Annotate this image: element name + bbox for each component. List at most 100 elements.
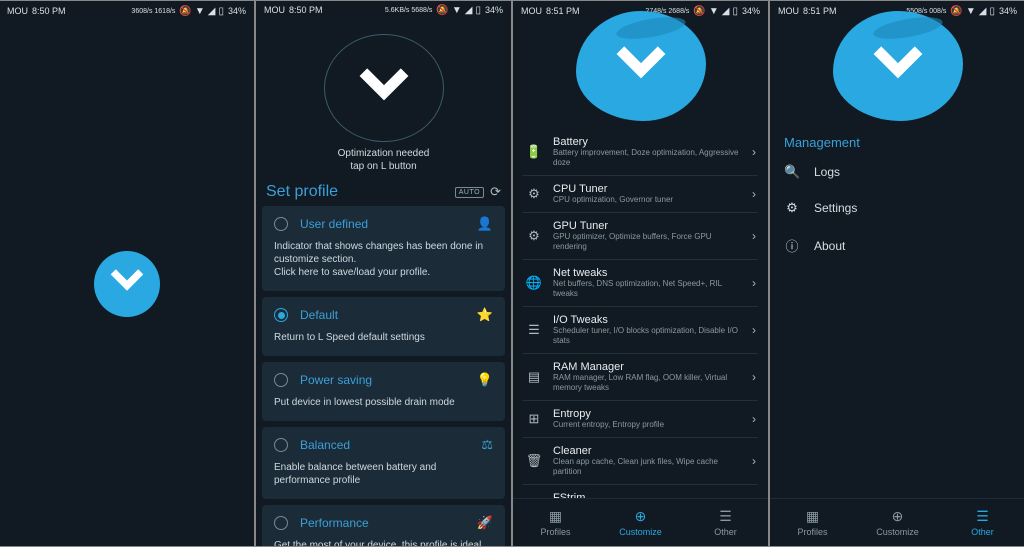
customize-icon: ⊕ — [635, 508, 647, 525]
profile-list: User defined 👤 Indicator that shows chan… — [256, 206, 511, 546]
row-gpu-tuner[interactable]: ⚙ GPU Tuner GPU optimizer, Optimize buff… — [523, 213, 758, 260]
profile-name: Default — [300, 308, 338, 322]
row-subtitle: CPU optimization, Governor tuner — [553, 195, 742, 205]
section-title: Set profile — [266, 183, 338, 201]
row-title: Cleaner — [553, 445, 742, 457]
mgmt-logs[interactable]: 🔍 Logs — [780, 154, 1015, 190]
status-bar: MOU 8:50 PM 3608/s 1618/s 🔕▼◢▯ 34% — [0, 1, 254, 21]
chevron-right-icon: › — [752, 370, 756, 384]
profile-type-icon: 👤 — [477, 216, 493, 232]
row-title: Battery — [553, 136, 742, 148]
bottom-nav: ▦Profiles ⊕Customize ☰Other — [770, 498, 1024, 546]
row-icon: ⚙ — [525, 186, 543, 202]
profile-desc: Return to L Speed default settings — [274, 331, 493, 344]
nav-profiles[interactable]: ▦Profiles — [513, 499, 598, 546]
row-icon: ⊞ — [525, 411, 543, 427]
row-cpu-tuner[interactable]: ⚙ CPU Tuner CPU optimization, Governor t… — [523, 176, 758, 213]
other-icon: ☰ — [719, 508, 732, 525]
bottom-nav: ▦Profiles ⊕Customize ☰Other — [513, 498, 768, 546]
profile-type-icon: ⭐ — [477, 307, 493, 323]
profile-card-default[interactable]: Default ⭐ Return to L Speed default sett… — [262, 297, 505, 356]
row-subtitle: Current entropy, Entropy profile — [553, 420, 742, 430]
chevron-right-icon: › — [752, 412, 756, 426]
row-icon: 🌐 — [525, 275, 543, 291]
profile-desc: Put device in lowest possible drain mode — [274, 396, 493, 409]
row-i/o-tweaks[interactable]: ☰ I/O Tweaks Scheduler tuner, I/O blocks… — [523, 307, 758, 354]
row-entropy[interactable]: ⊞ Entropy Current entropy, Entropy profi… — [523, 401, 758, 438]
row-icon: ⚙ — [525, 228, 543, 244]
chevron-right-icon: › — [752, 323, 756, 337]
screen-customize: MOU 8:51 PM 2748/s 2688/s 🔕▼◢▯ 34% 🔋 Bat… — [513, 1, 768, 546]
radio-icon[interactable] — [274, 516, 288, 530]
row-cleaner[interactable]: 🗑 Cleaner Clean app cache, Clean junk fi… — [523, 438, 758, 485]
mgmt-icon: 🔍 — [784, 164, 800, 180]
nav-profiles[interactable]: ▦Profiles — [770, 499, 855, 546]
profile-name: User defined — [300, 217, 368, 231]
mgmt-label: Logs — [814, 165, 840, 179]
mgmt-about[interactable]: ⓘ About — [780, 226, 1015, 265]
profile-desc: Indicator that shows changes has been do… — [274, 240, 493, 279]
refresh-icon[interactable]: ⟳ — [490, 184, 501, 200]
nav-other[interactable]: ☰Other — [683, 499, 768, 546]
row-title: GPU Tuner — [553, 220, 742, 232]
row-title: CPU Tuner — [553, 183, 742, 195]
screen-splash: MOU 8:50 PM 3608/s 1618/s 🔕▼◢▯ 34% — [0, 1, 254, 546]
profile-card-power-saving[interactable]: Power saving 💡 Put device in lowest poss… — [262, 362, 505, 421]
status-day: MOU — [7, 6, 28, 16]
row-net-tweaks[interactable]: 🌐 Net tweaks Net buffers, DNS optimizati… — [523, 260, 758, 307]
radio-icon[interactable] — [274, 373, 288, 387]
profile-name: Power saving — [300, 373, 372, 387]
profile-card-user-defined[interactable]: User defined 👤 Indicator that shows chan… — [262, 206, 505, 291]
row-subtitle: Net buffers, DNS optimization, Net Speed… — [553, 279, 742, 299]
row-title: Entropy — [553, 408, 742, 420]
row-subtitle: GPU optimizer, Optimize buffers, Force G… — [553, 232, 742, 252]
row-ram-manager[interactable]: ▤ RAM Manager RAM manager, Low RAM flag,… — [523, 354, 758, 401]
hero-text: Optimization needed tap on L button — [256, 147, 511, 173]
profile-type-icon: 🚀 — [477, 515, 493, 531]
mgmt-label: Settings — [814, 201, 857, 215]
row-icon: ☰ — [525, 322, 543, 338]
status-icons: 🔕▼◢▯ — [179, 6, 224, 17]
nav-customize[interactable]: ⊕Customize — [855, 499, 940, 546]
row-subtitle: RAM manager, Low RAM flag, OOM killer, V… — [553, 373, 742, 393]
profile-name: Performance — [300, 516, 369, 530]
profile-type-icon: ⚖ — [481, 437, 493, 453]
battery-pct: 34% — [228, 6, 246, 16]
row-title: Net tweaks — [553, 267, 742, 279]
app-logo-blob — [576, 11, 706, 121]
profile-desc: Enable balance between battery and perfo… — [274, 461, 493, 487]
radio-icon[interactable] — [274, 217, 288, 231]
row-fstrim[interactable]: ⟐ FStrim Fstrim now, Fstrim scheduler › — [523, 485, 758, 498]
customize-list: 🔋 Battery Battery improvement, Doze opti… — [513, 129, 768, 498]
chevron-right-icon: › — [752, 276, 756, 290]
screen-other: MOU 8:51 PM 5508/s 008/s 🔕▼◢▯ 34% Manage… — [770, 1, 1024, 546]
management-title: Management — [770, 129, 1024, 154]
row-battery[interactable]: 🔋 Battery Battery improvement, Doze opti… — [523, 129, 758, 176]
other-icon: ☰ — [976, 508, 989, 525]
mgmt-icon: ⚙ — [784, 200, 800, 216]
customize-icon: ⊕ — [892, 508, 904, 525]
profile-type-icon: 💡 — [477, 372, 493, 388]
row-icon: 🗑 — [525, 453, 543, 469]
profile-desc: Get the most of your device, this profil… — [274, 539, 493, 546]
nav-customize[interactable]: ⊕Customize — [598, 499, 683, 546]
radio-icon[interactable] — [274, 308, 288, 322]
app-logo — [94, 251, 160, 317]
status-time: 8:50 PM — [32, 6, 66, 16]
row-icon: 🔋 — [525, 144, 543, 160]
profile-card-balanced[interactable]: Balanced ⚖ Enable balance between batter… — [262, 427, 505, 499]
profile-card-performance[interactable]: Performance 🚀 Get the most of your devic… — [262, 505, 505, 546]
chevron-right-icon: › — [752, 187, 756, 201]
optimization-button[interactable] — [324, 34, 444, 142]
mgmt-icon: ⓘ — [784, 236, 800, 255]
chevron-right-icon: › — [752, 145, 756, 159]
row-subtitle: Scheduler tuner, I/O blocks optimization… — [553, 326, 742, 346]
nav-other[interactable]: ☰Other — [940, 499, 1024, 546]
auto-badge[interactable]: AUTO — [455, 187, 484, 198]
status-bar: MOU 8:50 PM 5.6KB/s 5688/s 🔕▼◢▯ 34% — [256, 1, 511, 19]
row-subtitle: Battery improvement, Doze optimization, … — [553, 148, 742, 168]
radio-icon[interactable] — [274, 438, 288, 452]
mgmt-label: About — [814, 239, 845, 253]
profiles-icon: ▦ — [806, 508, 819, 525]
mgmt-settings[interactable]: ⚙ Settings — [780, 190, 1015, 226]
